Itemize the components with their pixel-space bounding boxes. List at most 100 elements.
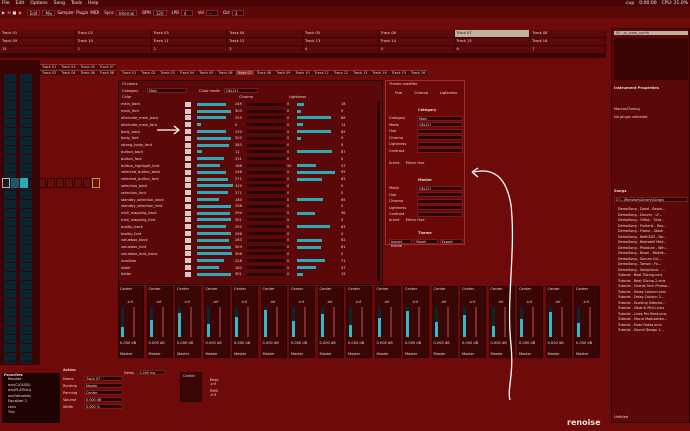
hue-slider[interactable] <box>197 102 226 106</box>
color-item-row[interactable]: strong_body_font 283 0 0 <box>121 142 359 149</box>
chroma-value[interactable]: 0 <box>287 232 289 236</box>
volume-fader[interactable] <box>532 307 534 337</box>
color-mode-select[interactable]: OKLCH <box>224 88 258 93</box>
track-prop-value[interactable]: Center <box>84 390 123 395</box>
hue-value[interactable]: 246 <box>235 170 242 174</box>
pattern-cell[interactable]: Track 06 <box>378 30 455 37</box>
lightness-value[interactable]: 18 <box>341 102 346 106</box>
sync-select[interactable]: Internal <box>115 9 138 16</box>
color-item-row[interactable]: button_back 12 0 87 <box>121 149 359 156</box>
color-swatch[interactable] <box>185 122 191 128</box>
lightness-value[interactable]: 0 <box>341 252 343 256</box>
output-routing[interactable]: Master <box>177 352 189 356</box>
color-swatch[interactable] <box>185 108 191 114</box>
hue-slider[interactable] <box>197 198 219 202</box>
volume-db[interactable]: 0.000 dB <box>519 341 535 345</box>
theme-row-control[interactable] <box>417 135 463 141</box>
pattern-cell[interactable]: Track 10 <box>75 38 152 45</box>
hue-slider[interactable] <box>197 218 232 222</box>
chroma-slider[interactable] <box>247 102 285 106</box>
chroma-value[interactable]: 0 <box>287 116 289 120</box>
color-item-row[interactable]: selected_button_font 271 0 62 <box>121 176 359 183</box>
hue-value[interactable]: 0 <box>235 123 237 127</box>
track-tab-selected[interactable]: Track 07 <box>235 70 254 75</box>
output-routing[interactable]: Master <box>291 352 303 356</box>
lightness-value[interactable]: 62 <box>341 177 346 181</box>
color-item-row[interactable]: slider 182 0 47 <box>121 264 359 271</box>
pattern-cell[interactable]: Track 09 <box>0 38 76 45</box>
color-swatch[interactable] <box>185 135 191 141</box>
chroma-value[interactable]: 0 <box>287 102 289 106</box>
chroma-value[interactable]: 0 <box>287 204 289 208</box>
favorite-item[interactable]: Tiny <box>8 410 60 416</box>
output-routing[interactable]: Master <box>405 352 417 356</box>
lightness-slider[interactable] <box>297 150 332 154</box>
chroma-value[interactable]: 0 <box>287 170 289 174</box>
reset-button[interactable]: Reset <box>414 239 438 244</box>
lightness-value[interactable]: 14 <box>341 123 346 127</box>
color-swatch[interactable] <box>185 237 191 243</box>
song-list-item[interactable]: Tutorial - Sound Design 1... <box>618 328 688 334</box>
track-tab[interactable]: Track 06 <box>216 70 235 75</box>
color-item-row[interactable]: valuebox_font_icons 306 0 0 <box>121 251 359 258</box>
chroma-slider[interactable] <box>247 157 285 161</box>
chroma-slider[interactable] <box>247 143 285 147</box>
oct-value[interactable]: 3 <box>231 9 244 16</box>
color-swatch[interactable] <box>185 271 191 277</box>
chroma-slider[interactable] <box>247 211 285 215</box>
lightness-slider[interactable] <box>297 211 316 215</box>
pan-label[interactable]: Center <box>348 287 360 291</box>
chroma-value[interactable]: 0 <box>287 143 289 147</box>
pattern-cell[interactable]: Track 15 <box>454 38 531 45</box>
volume-db[interactable]: 0.000 dB <box>149 341 165 345</box>
pattern-cell[interactable]: Track 04 <box>227 30 303 37</box>
pattern-cell[interactable]: Track 16 <box>530 38 606 45</box>
hue-value[interactable]: 283 <box>235 238 242 242</box>
lightness-value[interactable]: 71 <box>341 259 346 263</box>
output-routing[interactable]: Master <box>576 352 588 356</box>
color-swatch[interactable] <box>185 149 191 155</box>
sequence-slot[interactable] <box>65 178 73 188</box>
master-invert-checkbox[interactable]: Invert <box>389 218 400 222</box>
volume-fader[interactable] <box>446 307 449 337</box>
theme-row-control[interactable] <box>417 211 463 217</box>
track-tab[interactable]: Track 02 <box>139 70 158 75</box>
pan-label[interactable]: Center <box>291 287 303 291</box>
hue-slider[interactable] <box>197 232 231 236</box>
color-swatch[interactable] <box>185 258 191 264</box>
lightness-value[interactable]: 61 <box>341 245 346 249</box>
chroma-value[interactable]: 0 <box>287 225 289 229</box>
track-tab[interactable]: Track 09 <box>274 70 293 75</box>
volume-fader[interactable] <box>361 307 363 337</box>
color-swatch[interactable] <box>185 169 191 175</box>
lightness-value[interactable]: 0 <box>341 191 343 195</box>
color-item-row[interactable]: selection_back 320 0 0 <box>121 183 359 190</box>
color-item-row[interactable]: selection_font 271 0 0 <box>121 189 359 196</box>
volume-fader[interactable] <box>503 307 506 337</box>
menu-edit[interactable]: Edit <box>16 1 25 6</box>
output-routing[interactable]: Master <box>263 352 275 356</box>
pan-label[interactable]: Center <box>120 287 132 291</box>
chroma-value[interactable]: 0 <box>287 109 289 113</box>
output-routing[interactable]: Master <box>149 352 161 356</box>
chroma-value[interactable]: 0 <box>287 218 289 222</box>
record-icon[interactable]: ● <box>18 10 22 15</box>
lightness-slider[interactable] <box>297 130 331 134</box>
chroma-slider[interactable] <box>247 150 285 154</box>
color-swatch[interactable] <box>185 203 191 209</box>
hue-value[interactable]: 180 <box>235 198 242 202</box>
color-swatch[interactable] <box>185 217 191 223</box>
hue-slider[interactable] <box>197 177 229 181</box>
volume-db[interactable]: 0.000 dB <box>263 341 279 345</box>
chroma-slider[interactable] <box>247 184 285 188</box>
lightness-value[interactable]: 86 <box>341 116 346 120</box>
lightness-value[interactable]: 0 <box>341 143 343 147</box>
lightness-slider[interactable] <box>297 259 326 263</box>
pattern-cell[interactable]: Track 05 <box>303 30 379 37</box>
delay-value[interactable]: 0.000 ms <box>137 370 166 375</box>
pan-label[interactable]: Center <box>405 287 417 291</box>
chroma-value[interactable]: 0 <box>287 177 289 181</box>
chroma-value[interactable]: 0 <box>287 130 289 134</box>
lightness-slider[interactable] <box>297 272 303 276</box>
lightness-slider[interactable] <box>297 238 322 242</box>
